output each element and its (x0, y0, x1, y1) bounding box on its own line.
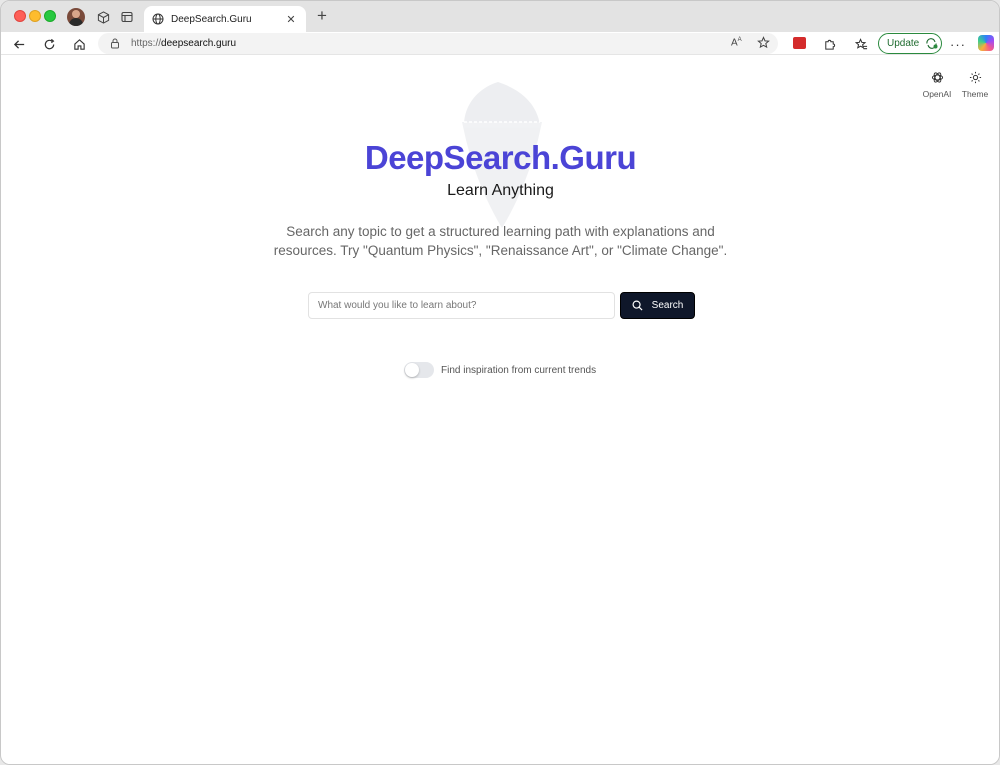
extensions-puzzle-icon[interactable] (820, 35, 838, 53)
update-label: Update (887, 38, 920, 49)
minimize-window-button[interactable] (29, 10, 41, 22)
tab-actions-icon[interactable] (119, 9, 135, 25)
lock-icon (110, 38, 120, 49)
openai-model-button[interactable]: OpenAI (917, 71, 957, 99)
app-title: DeepSearch.Guru (364, 139, 637, 176)
extension-icon[interactable] (793, 37, 806, 49)
tab-title: DeepSearch.Guru (171, 13, 252, 25)
update-icon (925, 38, 938, 49)
search-icon (632, 300, 643, 311)
tab-strip: DeepSearch.Guru ✕ + (1, 1, 999, 32)
back-icon[interactable] (10, 35, 28, 53)
home-icon[interactable] (70, 35, 88, 53)
app-description: Search any topic to get a structured lea… (273, 224, 728, 258)
refresh-icon[interactable] (40, 35, 58, 53)
zoom-window-button[interactable] (44, 10, 56, 22)
search-button-label: Search (651, 300, 684, 311)
app-subtitle: Learn Anything (447, 182, 554, 199)
url-text: https://deepsearch.guru (131, 38, 237, 49)
theme-label: Theme (961, 89, 989, 99)
workspaces-icon[interactable] (95, 9, 111, 25)
browser-window: DeepSearch.Guru ✕ + https://deepsearch.g… (0, 0, 1000, 765)
openai-icon (931, 71, 944, 84)
address-bar[interactable]: https://deepsearch.guru AA (98, 33, 778, 54)
close-window-button[interactable] (14, 10, 26, 22)
search-input[interactable] (308, 292, 615, 319)
profile-avatar[interactable] (67, 8, 85, 26)
theme-toggle-button[interactable]: Theme (955, 71, 995, 99)
favorite-star-icon[interactable] (757, 36, 770, 49)
favorites-icon[interactable] (852, 35, 870, 53)
close-tab-icon[interactable]: ✕ (284, 13, 298, 26)
trends-toggle-row: Find inspiration from current trends (404, 362, 596, 378)
browser-toolbar: https://deepsearch.guru AA Update ··· (1, 32, 999, 55)
trends-toggle-label: Find inspiration from current trends (441, 364, 597, 376)
toggle-knob (405, 363, 419, 377)
sun-icon (969, 71, 982, 84)
more-options-icon[interactable]: ··· (949, 35, 967, 53)
trends-toggle[interactable] (404, 362, 434, 378)
read-aloud-icon[interactable]: AA (731, 37, 742, 48)
openai-label: OpenAI (922, 89, 952, 99)
new-tab-button[interactable]: + (313, 7, 331, 25)
tab-deepsearch[interactable]: DeepSearch.Guru ✕ (144, 6, 306, 32)
search-button[interactable]: Search (620, 292, 695, 319)
update-button[interactable]: Update (878, 33, 942, 54)
copilot-icon[interactable] (978, 35, 994, 51)
globe-icon (152, 13, 164, 25)
page-content: OpenAI Theme DeepSearch.Guru Learn Anyth… (2, 56, 999, 764)
